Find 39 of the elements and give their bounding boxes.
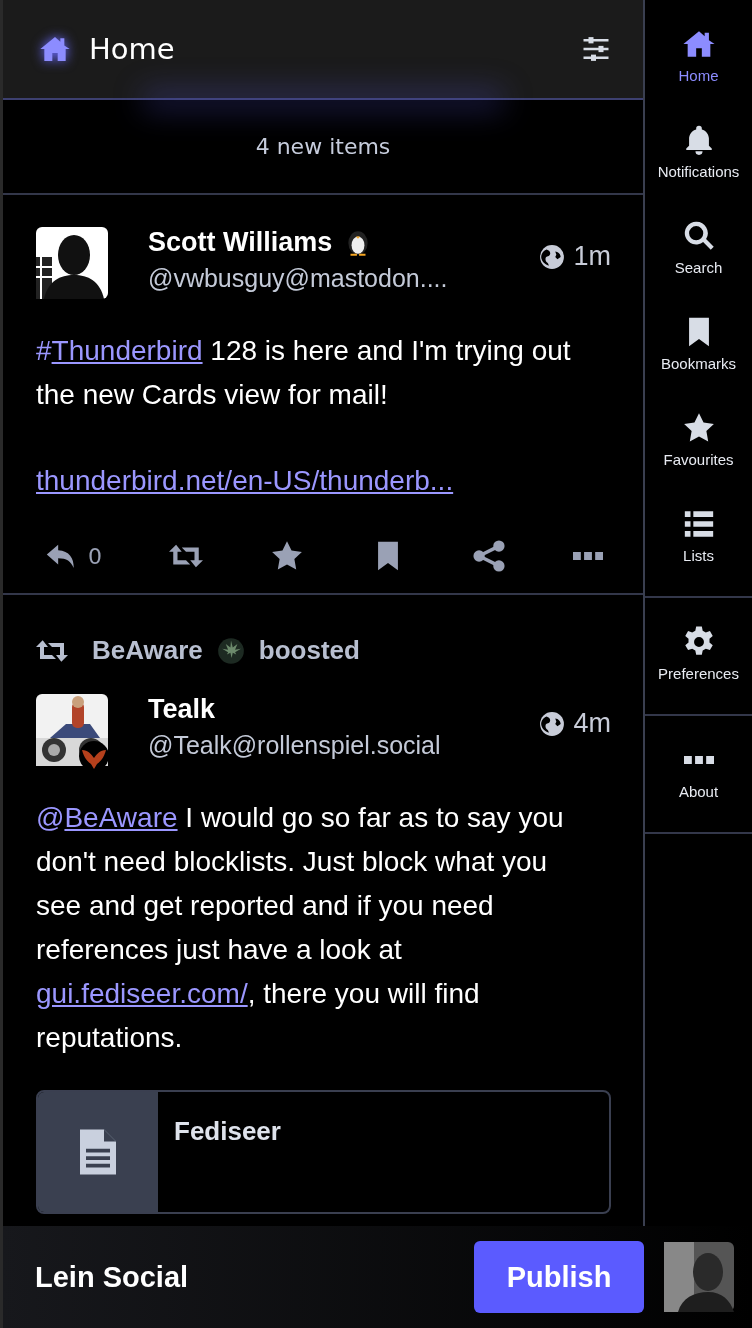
app-name: Lein Social: [35, 1260, 190, 1294]
more-icon: [573, 552, 603, 560]
tag-link[interactable]: #Thunderbird: [36, 335, 203, 366]
nav-item[interactable]: Notifications: [645, 110, 752, 192]
card-title: Fediseer: [173, 1115, 282, 1148]
leaf-icon: [216, 635, 245, 666]
nav-item[interactable]: Search: [645, 206, 752, 288]
more-icon: [683, 755, 714, 764]
nav-item[interactable]: About: [645, 730, 752, 812]
globe-icon: [539, 710, 566, 737]
nav-item[interactable]: Bookmarks: [645, 302, 752, 384]
page-title: Home: [89, 32, 176, 66]
reply-button[interactable]: 0: [44, 539, 102, 573]
nav-item[interactable]: Favourites: [645, 398, 752, 480]
publish-button[interactable]: Publish: [474, 1241, 644, 1313]
author-name[interactable]: Tealk: [148, 694, 216, 725]
document-icon: [80, 1129, 116, 1175]
share-icon: [472, 539, 506, 573]
nav-item[interactable]: Preferences: [645, 612, 752, 694]
post-time[interactable]: 1m: [573, 241, 611, 272]
new-items-button[interactable]: 4 new items: [249, 133, 397, 160]
tag-link[interactable]: @BeAware: [36, 802, 178, 833]
boost-icon: [36, 638, 68, 663]
settings-icon[interactable]: [581, 34, 611, 64]
nav-item[interactable]: Home: [645, 14, 752, 96]
post-text: @BeAware I would go so far as to say you don't need blocklists. Just block what you see and get reported and if you need references just have a look at gui.fediseer.com/, there you will find reputations.: [36, 801, 565, 1055]
author-handle[interactable]: @vwbusguy@mastodon....: [148, 264, 500, 293]
share-button[interactable]: [472, 539, 506, 573]
booster-name[interactable]: BeAware: [92, 635, 203, 666]
author-name[interactable]: Scott Williams: [148, 227, 333, 258]
globe-icon: [539, 243, 566, 270]
author-handle[interactable]: @Tealk@rollenspiel.social: [148, 731, 500, 760]
boost-label: boosted: [258, 635, 360, 666]
nav-item[interactable]: Lists: [645, 494, 752, 576]
link[interactable]: thunderbird.net/en-US/thunderb...: [36, 465, 454, 496]
post-text: #Thunderbird 128 is here and I'm trying out the new Cards view for mail!: [36, 334, 572, 412]
link[interactable]: gui.fediseer.com/: [36, 978, 248, 1009]
post-time[interactable]: 4m: [573, 708, 611, 739]
link-card[interactable]: Fediseer: [36, 1090, 611, 1214]
